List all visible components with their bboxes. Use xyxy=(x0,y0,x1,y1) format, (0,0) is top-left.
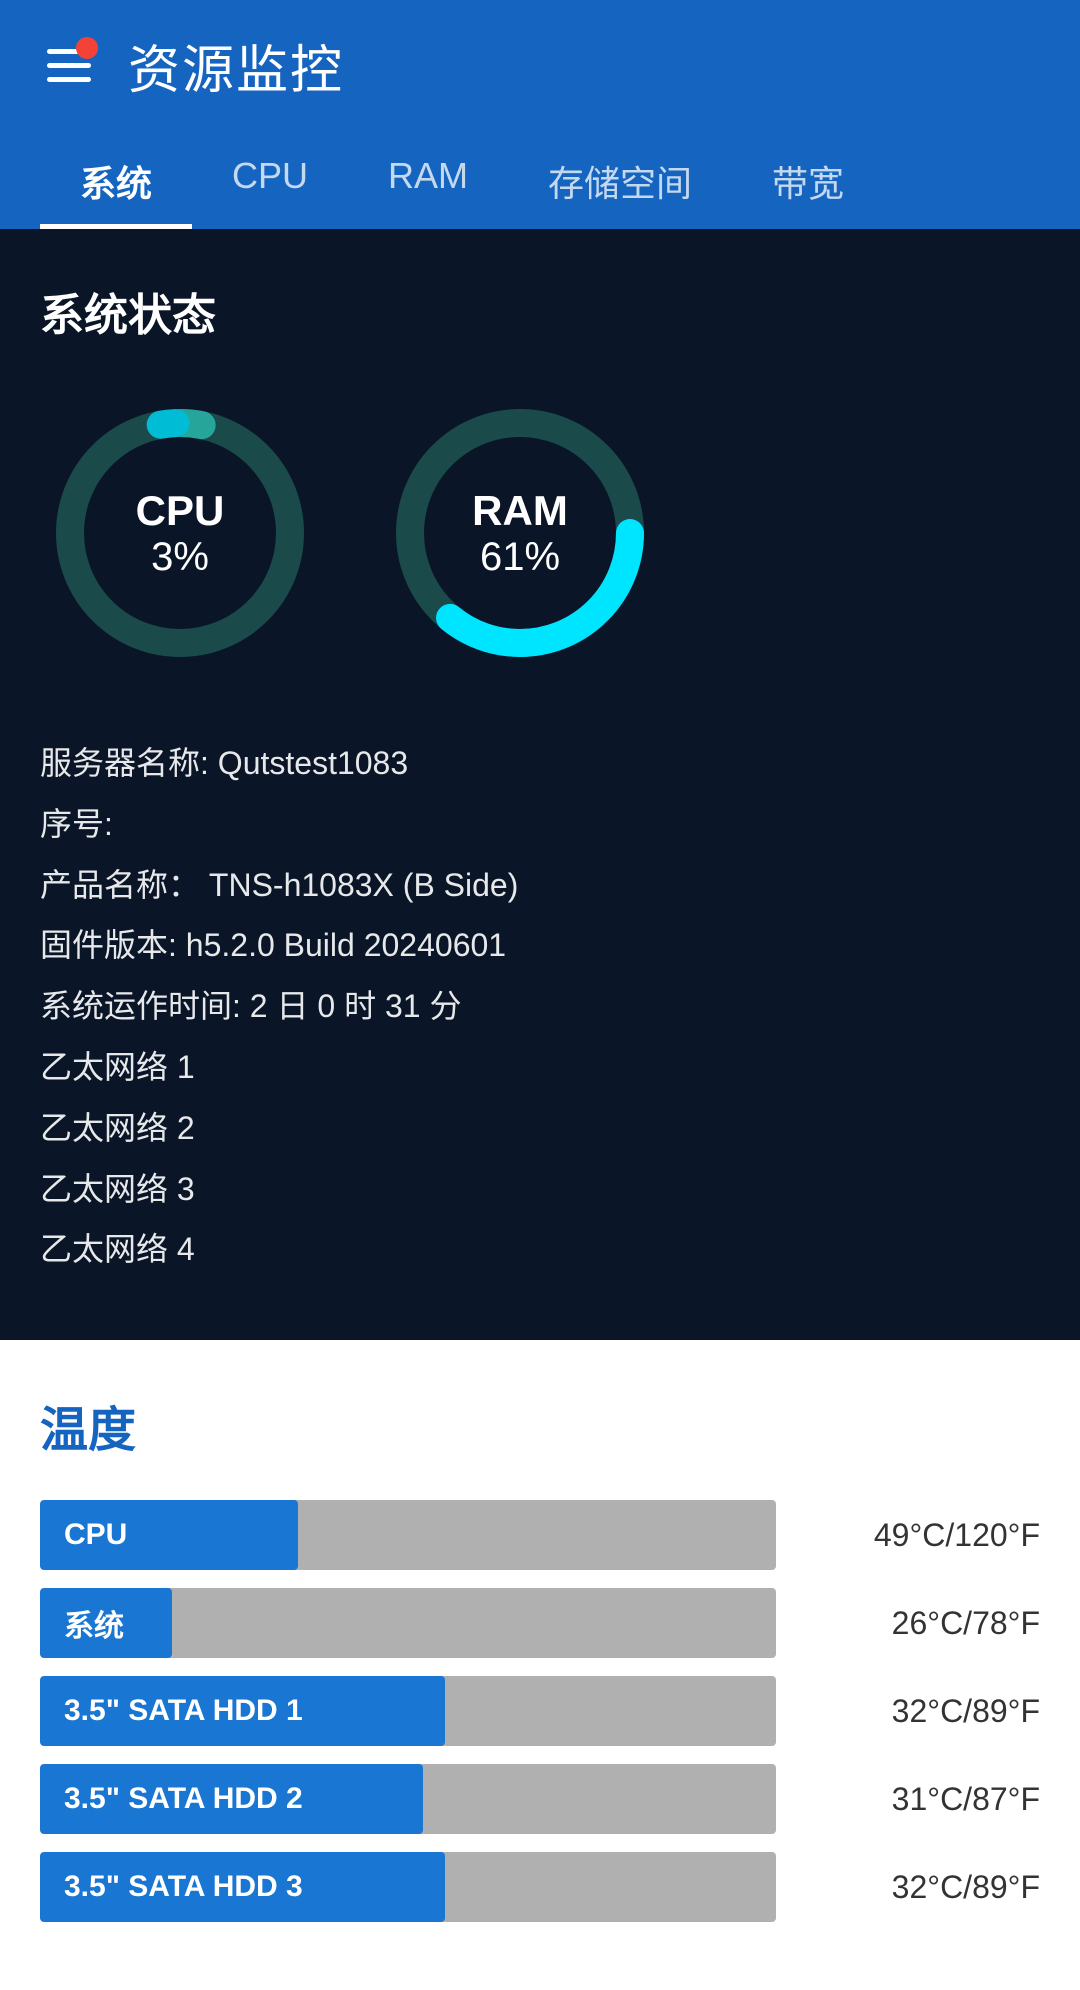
product-line: 产品名称： TNS-h1083X (B Side) xyxy=(40,855,1040,916)
ram-chart-label: RAM 61% xyxy=(472,487,568,580)
server-name-value: Qutstest1083 xyxy=(218,745,408,781)
server-name-line: 服务器名称: Qutstest1083 xyxy=(40,733,1040,794)
temp-value: 32°C/89°F xyxy=(800,1693,1040,1730)
system-status-section: 系统状态 CPU 3% xyxy=(0,229,1080,1340)
tab-cpu[interactable]: CPU xyxy=(192,133,348,229)
tab-system[interactable]: 系统 xyxy=(40,133,192,229)
temp-bar-fill: CPU xyxy=(40,1500,298,1570)
temp-value: 26°C/78°F xyxy=(800,1605,1040,1642)
temp-value: 32°C/89°F xyxy=(800,1869,1040,1906)
product-label: 产品名称： xyxy=(40,867,200,903)
temp-bar-container: 3.5" SATA HDD 1 xyxy=(40,1676,776,1746)
serial-line: 序号: xyxy=(40,794,1040,855)
temp-bar-container: 3.5" SATA HDD 3 xyxy=(40,1852,776,1922)
cpu-value: 3% xyxy=(136,535,225,580)
system-info: 服务器名称: Qutstest1083 序号: 产品名称： TNS-h1083X… xyxy=(40,733,1040,1280)
temp-row: 3.5" SATA HDD 1 32°C/89°F xyxy=(40,1676,1040,1746)
serial-label: 序号: xyxy=(40,806,113,842)
charts-row: CPU 3% RAM 61% xyxy=(40,393,1040,673)
ram-chart: RAM 61% xyxy=(380,393,660,673)
firmware-label: 固件版本: xyxy=(40,927,177,963)
tab-bandwidth[interactable]: 带宽 xyxy=(732,133,884,229)
temp-bar-fill: 3.5" SATA HDD 3 xyxy=(40,1852,445,1922)
tab-storage[interactable]: 存储空间 xyxy=(508,133,732,229)
temp-row: 3.5" SATA HDD 2 31°C/87°F xyxy=(40,1764,1040,1834)
header-top: 资源监控 xyxy=(40,28,1040,133)
temp-bar-fill: 系统 xyxy=(40,1588,172,1658)
cpu-chart-label: CPU 3% xyxy=(136,487,225,580)
temp-bar-container: CPU xyxy=(40,1500,776,1570)
uptime-line: 系统运作时间: 2 日 0 时 31 分 xyxy=(40,976,1040,1037)
temperature-rows: CPU49°C/120°F系统26°C/78°F3.5" SATA HDD 13… xyxy=(40,1500,1040,1922)
temp-value: 31°C/87°F xyxy=(800,1781,1040,1818)
product-value: TNS-h1083X (B Side) xyxy=(209,867,518,903)
network1-line: 乙太网络 1 xyxy=(40,1037,1040,1098)
temp-row: 3.5" SATA HDD 3 32°C/89°F xyxy=(40,1852,1040,1922)
uptime-value: 2 日 0 时 31 分 xyxy=(250,988,462,1024)
cpu-label: CPU xyxy=(136,487,225,535)
temp-bar-container: 系统 xyxy=(40,1588,776,1658)
temp-bar-fill: 3.5" SATA HDD 2 xyxy=(40,1764,423,1834)
system-status-title: 系统状态 xyxy=(40,279,1040,343)
tab-ram[interactable]: RAM xyxy=(348,133,508,229)
header: 资源监控 系统 CPU RAM 存储空间 带宽 xyxy=(0,0,1080,229)
network3-line: 乙太网络 3 xyxy=(40,1159,1040,1220)
temp-bar-fill: 3.5" SATA HDD 1 xyxy=(40,1676,445,1746)
ram-label: RAM xyxy=(472,487,568,535)
tab-bar: 系统 CPU RAM 存储空间 带宽 xyxy=(40,133,1040,229)
server-name-label: 服务器名称: xyxy=(40,745,209,781)
temp-row: 系统 26°C/78°F xyxy=(40,1588,1040,1658)
network2-line: 乙太网络 2 xyxy=(40,1098,1040,1159)
uptime-label: 系统运作时间: xyxy=(40,988,241,1024)
temp-row: CPU 49°C/120°F xyxy=(40,1500,1040,1570)
menu-button[interactable] xyxy=(40,37,98,95)
firmware-line: 固件版本: h5.2.0 Build 20240601 xyxy=(40,915,1040,976)
firmware-value: h5.2.0 Build 20240601 xyxy=(186,927,506,963)
ram-value: 61% xyxy=(472,535,568,580)
page-title: 资源监控 xyxy=(128,28,344,103)
temperature-section: 温度 CPU 49°C/120°F 系统 26°C/78°F 3.5" SATA HDD… xyxy=(0,1340,1080,1990)
network4-line: 乙太网络 4 xyxy=(40,1219,1040,1280)
temp-bar-container: 3.5" SATA HDD 2 xyxy=(40,1764,776,1834)
notification-dot xyxy=(76,37,98,59)
temp-value: 49°C/120°F xyxy=(800,1517,1040,1554)
cpu-chart: CPU 3% xyxy=(40,393,320,673)
temperature-title: 温度 xyxy=(40,1390,1040,1460)
